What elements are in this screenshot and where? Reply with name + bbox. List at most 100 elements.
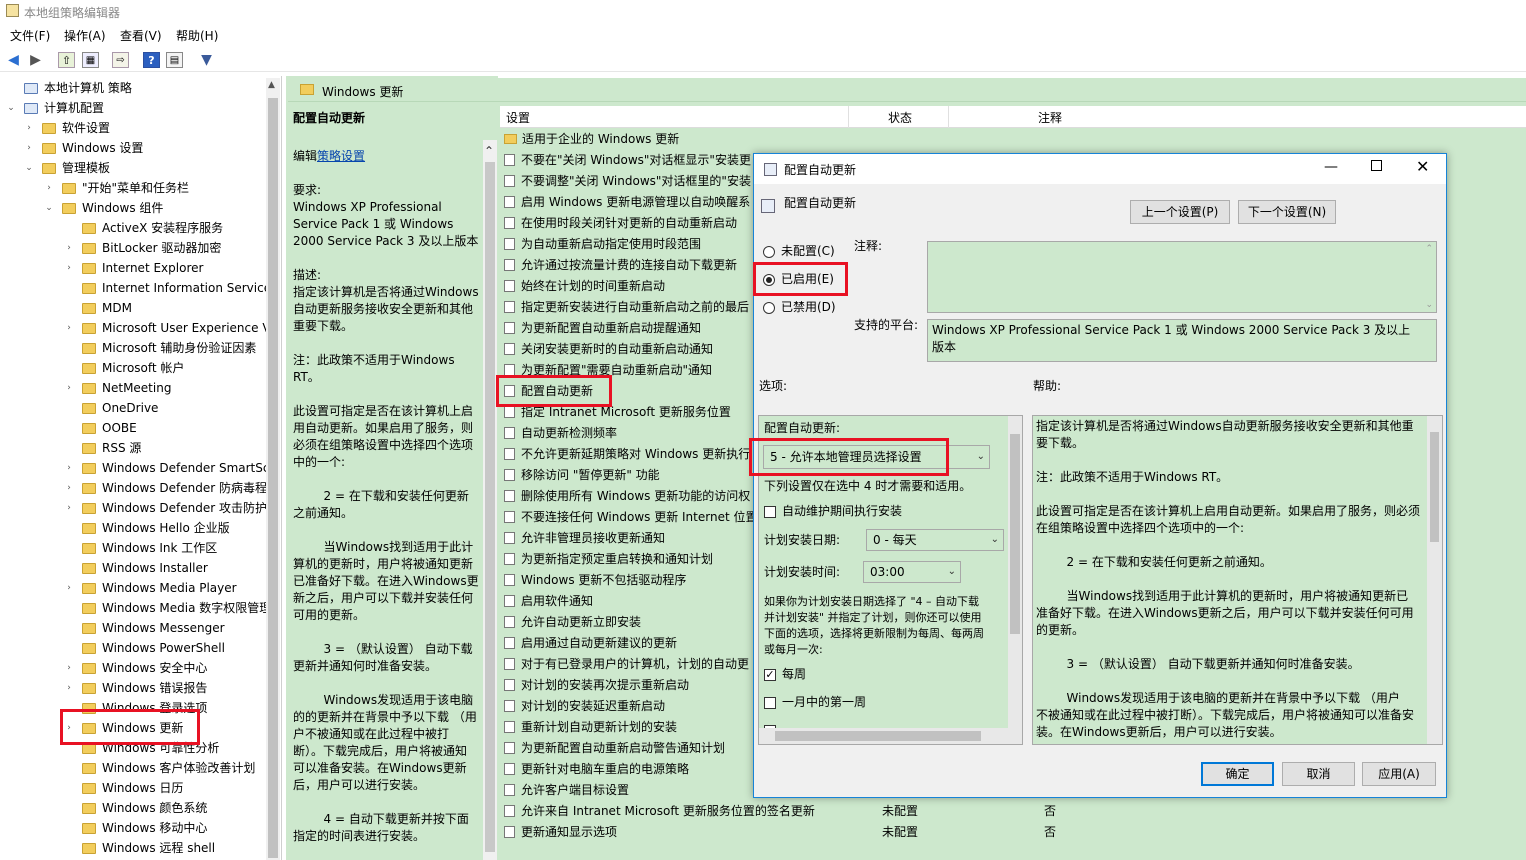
list-folder-row[interactable]: 适用于企业的 Windows 更新: [504, 129, 1064, 150]
comment-textarea[interactable]: ⌃ ⌄: [927, 241, 1437, 313]
desc-scroll-thumb[interactable]: [485, 162, 495, 852]
first-week-checkbox[interactable]: [764, 697, 776, 709]
time-dropdown[interactable]: 03:00 ⌄: [863, 561, 961, 583]
day-dropdown[interactable]: 0 - 每天 ⌄: [866, 529, 1004, 551]
tree-item[interactable]: OOBE: [0, 418, 281, 438]
policy-row[interactable]: 允许来自 Intranet Microsoft 更新服务位置的签名更新 未配置 否: [504, 801, 1064, 822]
options-scrollbar[interactable]: [1008, 416, 1022, 728]
chevron-right-icon[interactable]: ›: [44, 178, 54, 198]
tree-item[interactable]: › Windows Defender 攻击防护: [0, 498, 281, 518]
tree-item[interactable]: ⌄ 计算机配置: [0, 98, 281, 118]
show-hide-tree-icon[interactable]: ▦: [82, 52, 99, 68]
col-note[interactable]: 注释: [1038, 109, 1062, 126]
configure-dropdown[interactable]: 5 - 允许本地管理员选择设置 ⌄: [763, 445, 990, 469]
edit-policy-link[interactable]: 策略设置: [317, 149, 365, 163]
radio-not-configured[interactable]: [763, 246, 775, 258]
tree-item[interactable]: Windows 客户体验改善计划: [0, 758, 281, 778]
tree-item[interactable]: MDM: [0, 298, 281, 318]
chevron-right-icon[interactable]: ›: [64, 258, 74, 278]
tree-item[interactable]: Windows 日历: [0, 778, 281, 798]
tree-item[interactable]: › Internet Explorer: [0, 258, 281, 278]
options-hscrollbar[interactable]: [759, 728, 1022, 744]
help-icon[interactable]: ?: [143, 52, 160, 68]
col-setting[interactable]: 设置: [506, 109, 530, 126]
up-folder-icon[interactable]: ⇧: [58, 52, 75, 68]
scroll-down-icon[interactable]: ⌄: [1425, 300, 1433, 310]
radio-enabled[interactable]: [763, 274, 775, 286]
chevron-right-icon[interactable]: ›: [64, 658, 74, 678]
chevron-right-icon[interactable]: ›: [64, 238, 74, 258]
tree-item[interactable]: › Windows 安全中心: [0, 658, 281, 678]
radio-disabled[interactable]: [763, 302, 775, 314]
chevron-right-icon[interactable]: ›: [64, 378, 74, 398]
tree-item[interactable]: › Windows Defender 防病毒程: [0, 478, 281, 498]
tree-item[interactable]: › Windows 设置: [0, 138, 281, 158]
tree-item[interactable]: Windows Hello 企业版: [0, 518, 281, 538]
chevron-down-icon[interactable]: ⌄: [44, 198, 54, 218]
back-icon[interactable]: ◀: [5, 52, 22, 68]
scroll-up-icon[interactable]: ⌃: [484, 144, 494, 158]
tree-item[interactable]: Windows Media 数字权限管理: [0, 598, 281, 618]
tree-item[interactable]: Windows 可靠性分析: [0, 738, 281, 758]
tree-item[interactable]: › 软件设置: [0, 118, 281, 138]
menu-view[interactable]: 查看(V): [120, 27, 162, 44]
chevron-right-icon[interactable]: ›: [24, 138, 34, 158]
tree-item[interactable]: › NetMeeting: [0, 378, 281, 398]
tree-item[interactable]: › BitLocker 驱动器加密: [0, 238, 281, 258]
tree-item[interactable]: Microsoft 辅助身份验证因素: [0, 338, 281, 358]
tree-item[interactable]: ActiveX 安装程序服务: [0, 218, 281, 238]
options-scroll-thumb[interactable]: [1010, 434, 1020, 634]
scroll-up-icon[interactable]: ⌃: [1425, 244, 1433, 254]
tree-item[interactable]: ⌄ Windows 组件: [0, 198, 281, 218]
col-status[interactable]: 状态: [888, 109, 912, 126]
tree-item[interactable]: 本地计算机 策略: [0, 78, 281, 98]
tree-item[interactable]: Windows 移动中心: [0, 818, 281, 838]
tree-item[interactable]: Windows Installer: [0, 558, 281, 578]
chevron-right-icon[interactable]: ›: [64, 318, 74, 338]
desc-scrollbar[interactable]: ⌃: [483, 140, 497, 860]
tree-item[interactable]: Windows PowerShell: [0, 638, 281, 658]
tree-scroll-thumb[interactable]: [268, 98, 278, 858]
help-scrollbar[interactable]: [1427, 416, 1442, 744]
tree-item[interactable]: Microsoft 帐户: [0, 358, 281, 378]
close-icon[interactable]: ✕: [1416, 157, 1429, 176]
tree-item[interactable]: › Windows 错误报告: [0, 678, 281, 698]
forward-icon[interactable]: ▶: [27, 52, 44, 68]
tree-scrollbar[interactable]: ▲: [266, 78, 280, 860]
chevron-right-icon[interactable]: ›: [64, 478, 74, 498]
next-setting-button[interactable]: 下一个设置(N): [1238, 200, 1336, 224]
tree-item[interactable]: Windows 登录选项: [0, 698, 281, 718]
menu-action[interactable]: 操作(A): [64, 27, 106, 44]
weekly-checkbox[interactable]: ✓: [764, 669, 776, 681]
help-scroll-thumb[interactable]: [1430, 432, 1439, 542]
tree-item[interactable]: Windows Messenger: [0, 618, 281, 638]
properties-icon[interactable]: ▤: [166, 52, 183, 68]
chevron-right-icon[interactable]: ›: [24, 118, 34, 138]
chevron-right-icon[interactable]: ›: [64, 678, 74, 698]
tree-item[interactable]: Internet Information Service: [0, 278, 281, 298]
scroll-up-icon[interactable]: ▲: [268, 80, 275, 90]
chevron-right-icon[interactable]: ›: [64, 498, 74, 518]
tree-item[interactable]: › Windows Media Player: [0, 578, 281, 598]
tree-item[interactable]: ⌄ 管理模板: [0, 158, 281, 178]
tree-item[interactable]: Windows Ink 工作区: [0, 538, 281, 558]
maximize-icon[interactable]: [1371, 160, 1382, 171]
apply-button[interactable]: 应用(A): [1362, 762, 1436, 786]
policy-row[interactable]: 更新通知显示选项 未配置 否: [504, 822, 1064, 843]
export-list-icon[interactable]: ⇨: [112, 52, 129, 68]
tree-item[interactable]: Windows 颜色系统: [0, 798, 281, 818]
menu-help[interactable]: 帮助(H): [176, 27, 218, 44]
prev-setting-button[interactable]: 上一个设置(P): [1130, 200, 1230, 224]
cancel-button[interactable]: 取消: [1282, 762, 1355, 786]
tree-item[interactable]: RSS 源: [0, 438, 281, 458]
chevron-right-icon[interactable]: ›: [64, 718, 74, 738]
tree-item[interactable]: › Microsoft User Experience V: [0, 318, 281, 338]
tree-item[interactable]: › Windows Defender SmartSc: [0, 458, 281, 478]
chevron-right-icon[interactable]: ›: [64, 578, 74, 598]
ok-button[interactable]: 确定: [1201, 762, 1274, 786]
minimize-icon[interactable]: —: [1324, 159, 1338, 175]
filter-icon[interactable]: ▼: [198, 52, 215, 68]
chevron-down-icon[interactable]: ⌄: [24, 158, 34, 178]
tree-item[interactable]: OneDrive: [0, 398, 281, 418]
menu-file[interactable]: 文件(F): [10, 27, 50, 44]
